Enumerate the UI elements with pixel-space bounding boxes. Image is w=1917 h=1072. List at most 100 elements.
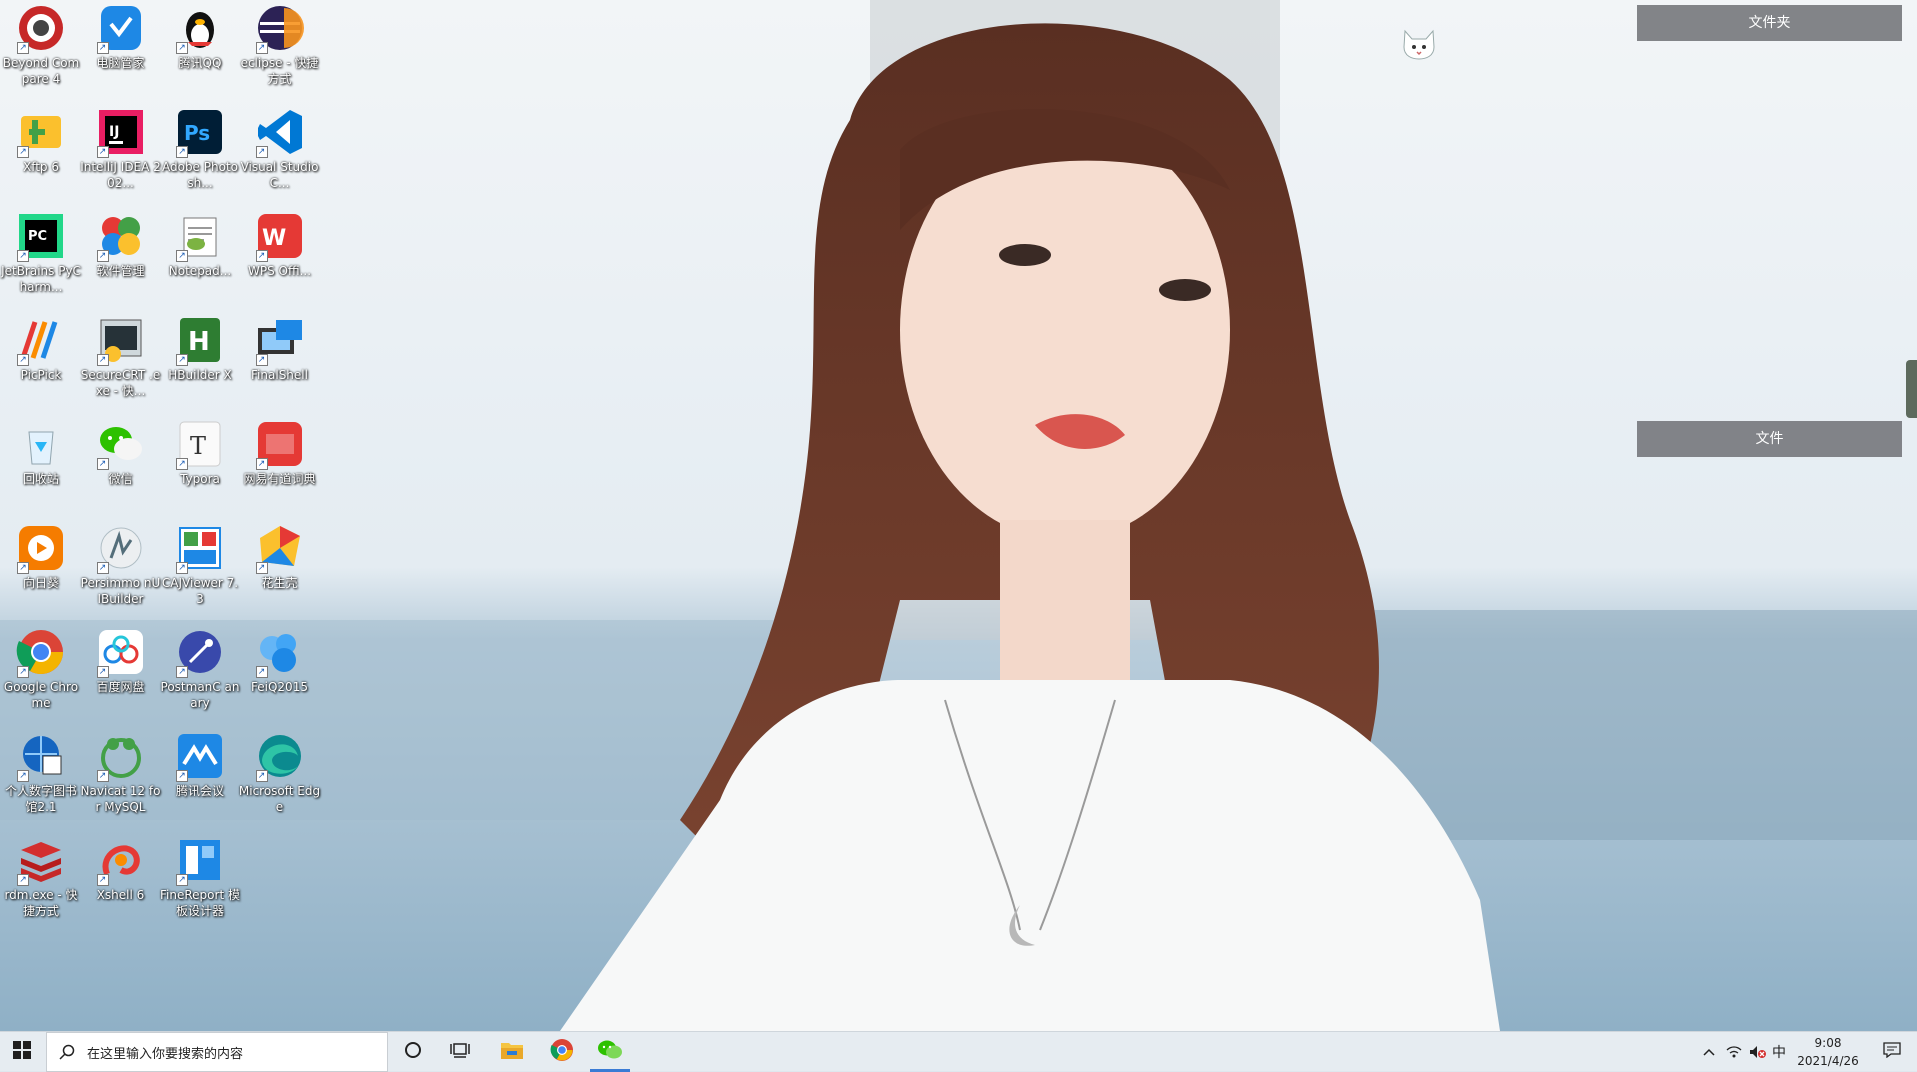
shortcut-arrow-icon: ↗ (255, 562, 268, 574)
desktop-shortcut[interactable]: PC ↗ JetBrains PyCharm... (1, 210, 81, 310)
shortcut-arrow-icon: ↗ (176, 770, 188, 782)
desktop-icon-grid: ↗ Beyond Compare 4 ↗ 电脑管家 ↗ 腾讯QQ ↗ eclipse - 快捷… (0, 0, 320, 1031)
desktop-shortcut-label: FinalShell (251, 368, 308, 382)
desktop-shortcut[interactable]: ↗ Navicat 12 for MySQL (80, 730, 161, 830)
desktop-shortcut[interactable]: 回收站 (2, 418, 80, 518)
file-panel[interactable]: 文件 (1637, 421, 1902, 457)
desktop-shortcut-label: IntelliJ IDEA 202... (80, 160, 161, 190)
wechat-icon (597, 1039, 623, 1065)
shortcut-arrow-icon: ↗ (255, 770, 268, 782)
desktop-shortcut-label: 向日葵 (22, 576, 59, 590)
desktop-shortcut-label: WPS Offi... (247, 264, 312, 278)
taskbar-clock[interactable]: 9:08 2021/4/26 (1793, 1034, 1863, 1070)
software-manager-icon: ↗ (95, 210, 147, 262)
peanut-shell-icon: ↗ (254, 522, 306, 574)
desktop-shortcut[interactable]: ↗ 百度网盘 (82, 626, 160, 726)
desktop-shortcut[interactable]: ↗ FinalShell (241, 314, 319, 414)
desktop-shortcut-label: Navicat 12 for MySQL (80, 784, 161, 814)
shortcut-arrow-icon: ↗ (176, 666, 188, 678)
eclipse-icon: ↗ (254, 2, 306, 54)
desktop-shortcut[interactable]: ↗ PostmanC anary (161, 626, 239, 726)
desktop-shortcut[interactable]: ↗ 向日葵 (2, 522, 80, 622)
taskbar: 在这里输入你要搜索的内容 中 9:08 2021/4/26 (0, 1031, 1917, 1072)
task-view-icon (450, 1041, 470, 1063)
desktop-shortcut[interactable]: Ps ↗ Adobe Photosh... (161, 106, 239, 206)
desktop-shortcut-label: Xshell 6 (96, 888, 145, 902)
desktop-shortcut[interactable]: ↗ eclipse - 快捷方式 (241, 2, 319, 102)
desktop-shortcut[interactable]: ↗ Xftp 6 (2, 106, 80, 206)
ime-indicator[interactable]: 中 (1770, 1032, 1788, 1072)
network-icon[interactable] (1724, 1032, 1744, 1072)
taskbar-wechat[interactable] (588, 1032, 632, 1072)
shortcut-arrow-icon: ↗ (96, 562, 109, 574)
edge-dock-handle[interactable] (1906, 360, 1917, 418)
desktop-shortcut[interactable]: ↗ Persimmo nUIBuilder (81, 522, 160, 622)
desktop-shortcut[interactable]: ↗ FeiQ2015 (241, 626, 319, 726)
shortcut-arrow-icon: ↗ (96, 666, 109, 678)
desktop-shortcut[interactable]: IJ ↗ IntelliJ IDEA 202... (80, 106, 161, 206)
cortana-button[interactable] (393, 1032, 433, 1072)
desktop-shortcut-label: eclipse - 快捷方式 (240, 56, 319, 86)
shortcut-arrow-icon: ↗ (176, 146, 188, 158)
desktop-shortcut[interactable]: ↗ PicPick (2, 314, 80, 414)
desktop-shortcut[interactable]: ↗ Notepad... (161, 210, 239, 310)
action-center-button[interactable] (1870, 1032, 1914, 1072)
desktop-shortcut[interactable]: ↗ 个人数字图书馆2.1 (2, 730, 80, 830)
desktop-shortcut[interactable]: ↗ 微信 (82, 418, 160, 518)
desktop-shortcut-label: PicPick (20, 368, 62, 382)
shortcut-arrow-icon: ↗ (176, 458, 188, 470)
desktop-shortcut[interactable]: ↗ Google Chrome (2, 626, 80, 726)
start-button[interactable] (0, 1032, 44, 1072)
finereport-icon: ↗ (174, 834, 226, 886)
volume-muted-icon[interactable] (1748, 1032, 1768, 1072)
desktop-shortcut[interactable]: T ↗ Typora (161, 418, 239, 518)
shortcut-arrow-icon: ↗ (17, 146, 29, 158)
tray-overflow-chevron-icon[interactable] (1700, 1032, 1718, 1072)
feiq-icon: ↗ (254, 626, 306, 678)
photoshop-icon: Ps ↗ (174, 106, 226, 158)
desktop-shortcut-label: 腾讯QQ (178, 56, 222, 70)
desktop-shortcut[interactable]: ↗ SecureCRT .exe - 快... (80, 314, 161, 414)
svg-text:IJ: IJ (109, 124, 119, 140)
desktop-shortcut[interactable]: ↗ 花生壳 (241, 522, 319, 622)
desktop-shortcut[interactable]: ↗ Beyond Compare 4 (2, 2, 80, 102)
hbuilderx-icon: H ↗ (174, 314, 226, 366)
desktop-shortcut[interactable]: ↗ 腾讯QQ (161, 2, 239, 102)
shortcut-arrow-icon: ↗ (96, 146, 109, 158)
shortcut-arrow-icon: ↗ (176, 874, 188, 886)
youdao-dict-icon: ↗ (254, 418, 306, 470)
taskbar-file-explorer[interactable] (490, 1032, 534, 1072)
folder-panel[interactable]: 文件夹 (1637, 5, 1902, 41)
desktop-shortcut[interactable]: ↗ 网易有道词典 (241, 418, 319, 518)
clock-time: 9:08 (1814, 1036, 1842, 1050)
taskbar-search-box[interactable]: 在这里输入你要搜索的内容 (46, 1032, 388, 1072)
desktop-shortcut-label: SecureCRT .exe - 快... (80, 368, 161, 398)
cat-widget-icon[interactable] (1400, 25, 1438, 61)
taskbar-chrome[interactable] (540, 1032, 584, 1072)
folder-icon (500, 1040, 524, 1064)
desktop-shortcut[interactable]: ↗ 腾讯会议 (161, 730, 239, 830)
search-placeholder: 在这里输入你要搜索的内容 (87, 1046, 244, 1062)
desktop-shortcut-label: 花生壳 (261, 576, 298, 590)
desktop-shortcut[interactable]: W ↗ WPS Offi... (241, 210, 319, 310)
intellij-idea-icon: IJ ↗ (95, 106, 147, 158)
desktop-shortcut[interactable]: ↗ FineReport 模板设计器 (160, 834, 240, 934)
desktop-shortcut[interactable]: ↗ 软件管理 (82, 210, 160, 310)
task-view-button[interactable] (440, 1032, 480, 1072)
desktop-shortcut-label: FeiQ2015 (251, 680, 308, 694)
desktop-shortcut-label: 微信 (108, 472, 133, 486)
desktop-shortcut[interactable]: ↗ Visual Studio C... (241, 106, 319, 206)
desktop-shortcut[interactable]: ↗ CAJViewer 7.3 (161, 522, 239, 622)
shortcut-arrow-icon: ↗ (176, 562, 188, 574)
shortcut-arrow-icon: ↗ (255, 666, 268, 678)
desktop-shortcut[interactable]: H ↗ HBuilder X (161, 314, 239, 414)
desktop-shortcut-label: Google Chrome (3, 680, 79, 710)
shortcut-arrow-icon: ↗ (17, 42, 29, 54)
desktop-shortcut[interactable]: ↗ Xshell 6 (82, 834, 160, 934)
desktop-shortcut[interactable]: ↗ 电脑管家 (82, 2, 160, 102)
desktop-shortcut[interactable]: ↗ rdm.exe - 快捷方式 (2, 834, 80, 934)
vscode-icon: ↗ (254, 106, 306, 158)
desktop-shortcut[interactable]: ↗ Microsoft Edge (239, 730, 320, 830)
search-icon (47, 1032, 87, 1072)
desktop-shortcut-label: 网易有道词典 (243, 472, 316, 486)
